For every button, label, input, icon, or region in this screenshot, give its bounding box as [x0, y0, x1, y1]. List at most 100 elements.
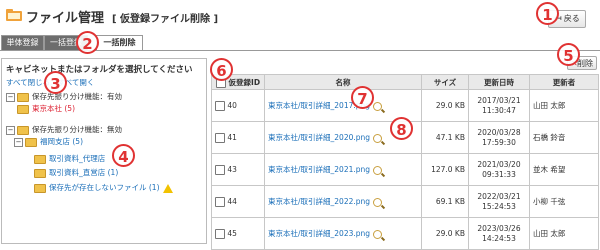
- row-time: 09:31:33: [482, 169, 516, 179]
- row-datetime: 2017/03/21 11:30:47: [468, 89, 530, 122]
- table-header-row: 仮登録ID 名称 サイズ 更新日時 更新者: [211, 74, 599, 90]
- row-time: 15:24:53: [482, 201, 516, 211]
- file-link[interactable]: 東京本社/取引詳細_2020.png: [268, 133, 370, 142]
- row-datetime: 2021/03/20 09:31:33: [468, 153, 530, 186]
- file-link[interactable]: 東京本社/取引詳細_2021.png: [268, 165, 370, 174]
- row-date: 2023/03/26: [477, 223, 521, 233]
- row-user: 小柳 千弦: [529, 185, 599, 218]
- temp-file-table: 仮登録ID 名称 サイズ 更新日時 更新者 40 東京本社/取引詳細_2017.…: [211, 74, 599, 250]
- row-user: 並木 希望: [529, 153, 599, 186]
- tree-node-label: 福岡支店 (5): [40, 137, 84, 146]
- file-link[interactable]: 東京本社/取引詳細_2023.png: [268, 229, 370, 238]
- collapse-toggle-icon[interactable]: −: [14, 137, 23, 147]
- row-name-cell: 東京本社/取引詳細_2023.png: [264, 217, 422, 250]
- collapse-toggle-icon[interactable]: −: [6, 92, 15, 102]
- collapse-toggle-icon[interactable]: −: [6, 125, 15, 135]
- tree-node-tokyo-hq[interactable]: 東京本社 (5): [17, 103, 75, 114]
- callout-badge: 7: [351, 86, 374, 109]
- tree-node-fukuoka-branch[interactable]: − 福岡支店 (5): [14, 136, 83, 147]
- row-id: 41: [227, 132, 237, 142]
- col-id-label: 仮登録ID: [228, 77, 261, 87]
- tree-node-label: 取引資料_代理店: [49, 154, 106, 163]
- row-id: 40: [227, 100, 237, 110]
- tree-node-label: 取引資料_直営店 (1): [49, 168, 119, 177]
- tree-node-missing-destination[interactable]: 保存先が存在しないファイル (1): [34, 182, 173, 193]
- tab-bulk-delete[interactable]: 一括削除: [96, 35, 143, 51]
- row-checkbox[interactable]: [215, 196, 225, 207]
- folder-icon: [34, 168, 46, 178]
- tree-node-label: 保存先が存在しないファイル (1): [49, 183, 160, 192]
- file-manager-icon: [6, 9, 22, 21]
- row-size: 69.1 KB: [421, 185, 469, 218]
- callout-badge: 5: [557, 43, 580, 66]
- table-row: 45 東京本社/取引詳細_2023.png 29.0 KB 2023/03/26…: [211, 217, 599, 250]
- delete-label: 削除: [577, 59, 593, 68]
- row-time: 11:30:47: [482, 105, 516, 115]
- tree-node-label: 保存先振り分け機能：無効: [32, 125, 122, 134]
- preview-magnifier-icon[interactable]: [373, 197, 383, 207]
- row-datetime: 2020/03/28 17:59:30: [468, 121, 530, 154]
- cabinet-heading: キャビネットまたはフォルダを選択してください: [6, 65, 193, 75]
- page-title: ファイル管理: [26, 11, 105, 26]
- row-date: 2021/03/20: [477, 159, 521, 169]
- callout-badge: 6: [210, 58, 233, 81]
- row-size: 29.0 KB: [421, 217, 469, 250]
- row-checkbox[interactable]: [215, 164, 225, 175]
- tree-node-agency-docs[interactable]: 取引資料_代理店: [34, 153, 105, 164]
- row-id: 45: [227, 228, 237, 238]
- col-name-header[interactable]: 名称: [264, 74, 422, 90]
- row-datetime: 2023/03/26 14:24:53: [468, 217, 530, 250]
- row-id-cell: 45: [211, 217, 265, 250]
- tree-node-routing-enabled[interactable]: − 保存先振り分け機能：有効: [6, 91, 122, 102]
- row-name-cell: 東京本社/取引詳細_2022.png: [264, 185, 422, 218]
- row-date: 2017/03/21: [477, 95, 521, 105]
- row-time: 17:59:30: [482, 137, 516, 147]
- row-checkbox[interactable]: [215, 228, 225, 239]
- folder-icon: [17, 92, 29, 102]
- tree-node-routing-disabled[interactable]: − 保存先振り分け機能：無効: [6, 124, 122, 135]
- tree-node-label: 保存先振り分け機能：有効: [32, 92, 122, 101]
- col-user-header[interactable]: 更新者: [529, 74, 599, 90]
- table-row: 43 東京本社/取引詳細_2021.png 127.0 KB 2021/03/2…: [211, 153, 599, 186]
- row-user: 山田 太郎: [529, 217, 599, 250]
- callout-badge: 3: [44, 71, 67, 94]
- row-time: 14:24:53: [482, 233, 516, 243]
- row-id-cell: 43: [211, 153, 265, 186]
- row-size: 47.1 KB: [421, 121, 469, 154]
- tree-node-direct-store-docs[interactable]: 取引資料_直営店 (1): [34, 167, 118, 178]
- callout-badge: 1: [536, 2, 559, 25]
- page-header: ファイル管理 [ 仮登録ファイル削除 ] ↤ 戻る: [0, 0, 600, 30]
- col-date-header[interactable]: 更新日時: [468, 74, 530, 90]
- callout-badge: 2: [76, 31, 99, 54]
- row-name-cell: 東京本社/取引詳細_2021.png: [264, 153, 422, 186]
- preview-magnifier-icon[interactable]: [373, 229, 383, 239]
- row-id-cell: 40: [211, 89, 265, 122]
- row-checkbox[interactable]: [215, 132, 225, 143]
- folder-icon: [17, 125, 29, 135]
- preview-magnifier-icon[interactable]: [373, 165, 383, 175]
- callout-badge: 8: [390, 117, 413, 140]
- row-checkbox[interactable]: [215, 100, 225, 111]
- preview-magnifier-icon[interactable]: [373, 133, 383, 143]
- folder-icon: [17, 104, 29, 114]
- page-subtitle: [ 仮登録ファイル削除 ]: [112, 14, 219, 25]
- preview-magnifier-icon[interactable]: [373, 101, 383, 111]
- back-label: 戻る: [563, 14, 580, 23]
- row-date: 2022/03/21: [477, 191, 521, 201]
- warning-icon: [162, 183, 173, 193]
- tree-node-label: 東京本社 (5): [32, 104, 76, 113]
- row-user: 山田 太郎: [529, 89, 599, 122]
- callout-badge: 4: [112, 144, 135, 167]
- row-date: 2020/03/28: [477, 127, 521, 137]
- table-row: 44 東京本社/取引詳細_2022.png 69.1 KB 2022/03/21…: [211, 185, 599, 218]
- folder-icon: [25, 137, 37, 147]
- row-id: 43: [227, 164, 237, 174]
- row-size: 127.0 KB: [421, 153, 469, 186]
- folder-icon: [34, 183, 46, 193]
- row-user: 石橋 鈴音: [529, 121, 599, 154]
- row-id-cell: 41: [211, 121, 265, 154]
- file-link[interactable]: 東京本社/取引詳細_2022.png: [268, 197, 370, 206]
- row-id: 44: [227, 196, 237, 206]
- col-size-header[interactable]: サイズ: [421, 74, 469, 90]
- tab-single-register[interactable]: 単体登録: [1, 35, 44, 51]
